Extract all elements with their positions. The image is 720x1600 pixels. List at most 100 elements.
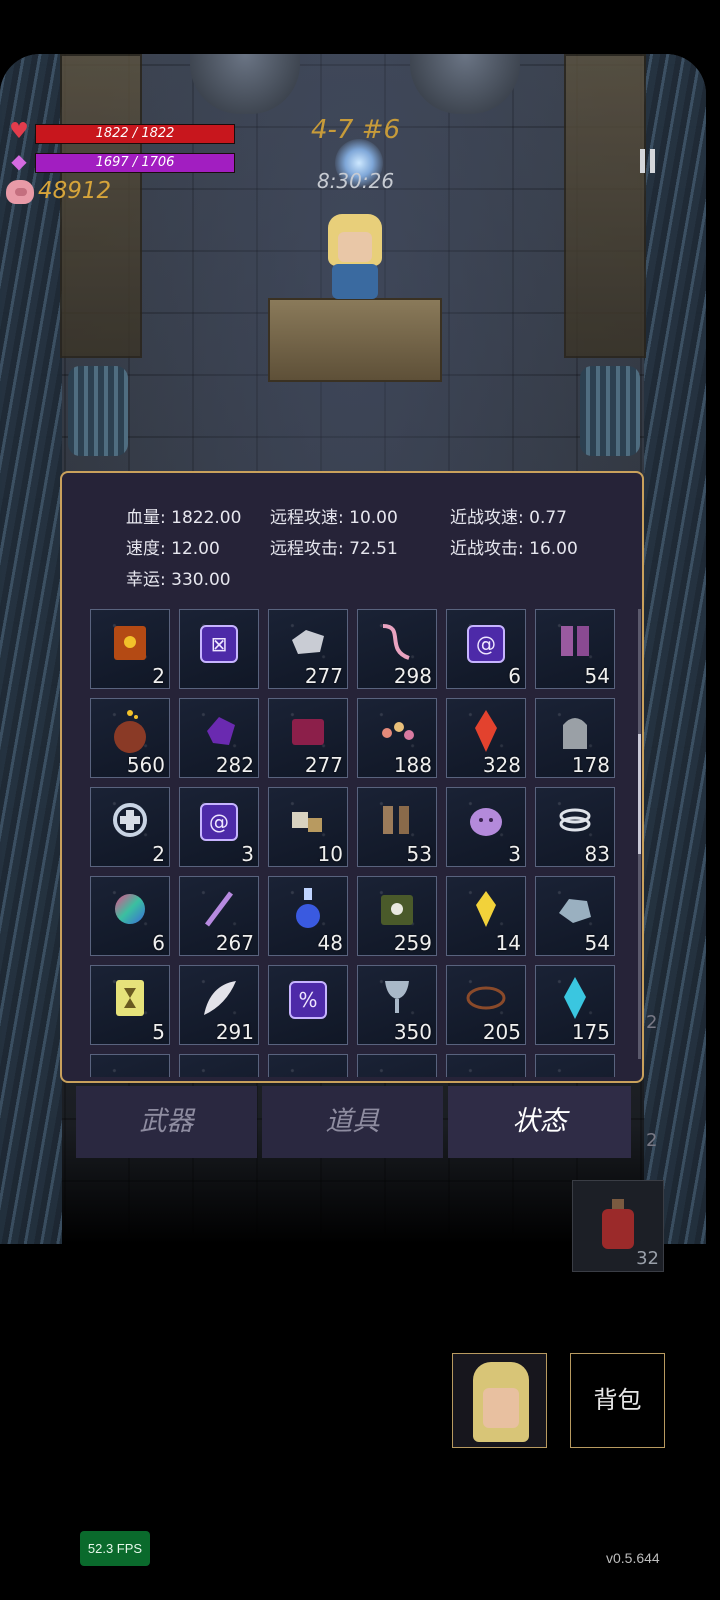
inventory-slot[interactable]: 560 [90,698,170,778]
statue-right [410,54,520,114]
version-label: v0.5.644 [606,1550,660,1566]
inventory-slot[interactable]: 5 [90,965,170,1045]
rune-spiral-icon: @ [200,803,238,842]
bookshelf-left [60,54,142,358]
item-count: 291 [215,1020,254,1044]
rune-spiral-icon: @ [467,625,505,664]
boots-icon [553,620,597,668]
inventory-slot[interactable]: 48 [268,876,348,956]
item-count: 5 [152,1020,165,1044]
ore-chunks-icon [286,798,330,846]
inventory-slot[interactable]: 282 [179,698,259,778]
item-count: 48 [317,931,343,955]
right-wall [644,54,706,1244]
bag-button[interactable]: 背包 [570,1353,665,1448]
inventory-slot[interactable] [268,1054,348,1077]
stat-luck: 幸运: 330.00 [126,570,231,590]
item-count: 282 [215,753,254,777]
inventory-slot[interactable]: % [268,965,348,1045]
silver-rings-icon [553,798,597,846]
status-panel: 血量: 1822.00 远程攻速: 10.00 近战攻速: 0.77 速度: 1… [60,471,644,1083]
goblet-icon [377,975,417,1025]
inventory-slot[interactable]: 178 [535,698,615,778]
inventory-slot[interactable] [90,1054,170,1077]
piggy-bank-icon [6,180,34,204]
item-count: 560 [126,753,165,777]
hourglass-card-icon [110,976,150,1024]
inventory-slot[interactable]: 3 [446,787,526,867]
stat-ranged-speed: 远程攻速: 10.00 [270,508,398,528]
inventory-slot[interactable]: 175 [535,965,615,1045]
item-count: 6 [508,664,521,688]
statue-left [190,54,300,114]
tombstone-icon [555,709,595,757]
magenta-book-icon [286,709,330,757]
potion-count: 32 [636,1248,659,1269]
leather-boots-icon [375,798,419,846]
inventory-slot[interactable]: @6 [446,609,526,689]
inventory-grid[interactable]: 2 ⊠ 277 298 @6 54 560 282 277 188 328 178 2 @3 10 53 3 83… [90,609,618,1077]
item-count: 3 [508,842,521,866]
inventory-slot[interactable]: 83 [535,787,615,867]
item-count: 350 [393,1020,432,1044]
inventory-slot[interactable]: 188 [357,698,437,778]
medkit-ring-icon [108,798,152,846]
inventory-slot[interactable]: 6 [90,876,170,956]
rock-icon [553,889,597,933]
pillar-right [580,366,640,456]
stat-ranged-attack: 远程攻击: 72.51 [270,539,398,559]
inventory-slot[interactable] [179,1054,259,1077]
inventory-slot[interactable]: 277 [268,609,348,689]
item-count: 259 [393,931,432,955]
inventory-slot[interactable] [357,1054,437,1077]
gold-amount: 48912 [38,178,112,204]
inventory-slot[interactable]: @3 [179,787,259,867]
inventory-slot[interactable] [535,1054,615,1077]
character-portrait[interactable] [452,1353,547,1448]
item-count: 2 [152,664,165,688]
stat-melee-speed: 近战攻速: 0.77 [450,508,567,528]
item-count: 10 [317,842,343,866]
inventory-slot[interactable]: 205 [446,965,526,1045]
inventory-slot[interactable]: 53 [357,787,437,867]
thorn-crown-icon [463,980,509,1020]
inventory-slot[interactable]: 54 [535,876,615,956]
potion-flask-icon [288,886,328,936]
inventory-slot[interactable]: 54 [535,609,615,689]
inventory-slot[interactable]: 14 [446,876,526,956]
inventory-slot[interactable] [446,1054,526,1077]
rainbow-orb-icon [110,889,150,933]
tab-weapons[interactable]: 武器 [76,1086,257,1158]
item-count: 54 [584,664,610,688]
tab-items[interactable]: 道具 [262,1086,443,1158]
left-wall [0,54,62,1244]
skull-book-icon [375,887,419,935]
flower-bouquet-icon [375,709,419,757]
item-count: 6 [152,931,165,955]
item-count: 267 [215,931,254,955]
inventory-slot[interactable]: 277 [268,698,348,778]
pause-button[interactable] [620,135,668,189]
yellow-gem-icon [471,887,501,935]
inventory-slot[interactable]: 267 [179,876,259,956]
item-count: 175 [571,1020,610,1044]
wooden-table [268,298,442,382]
item-count: 298 [393,664,432,688]
inventory-slot[interactable]: 328 [446,698,526,778]
heart-icon: ♥ [9,119,29,144]
inventory-slot[interactable]: 2 [90,609,170,689]
inventory-slot[interactable]: 10 [268,787,348,867]
inventory-slot[interactable]: 291 [179,965,259,1045]
tab-status[interactable]: 状态 [448,1086,631,1158]
inventory-scrollbar[interactable] [638,609,641,1059]
inventory-slot[interactable]: ⊠ [179,609,259,689]
level-indicator: 4-7 #6 [310,115,401,145]
potion-quick-slot[interactable]: 32 [572,1180,664,1272]
scrollbar-thumb[interactable] [638,734,641,854]
bookshelf-right [564,54,646,358]
inventory-slot[interactable]: 2 [90,787,170,867]
inventory-slot[interactable]: 259 [357,876,437,956]
inventory-slot[interactable]: 350 [357,965,437,1045]
inventory-slot[interactable]: 298 [357,609,437,689]
hp-bar: 1822 / 1822 [35,124,235,144]
